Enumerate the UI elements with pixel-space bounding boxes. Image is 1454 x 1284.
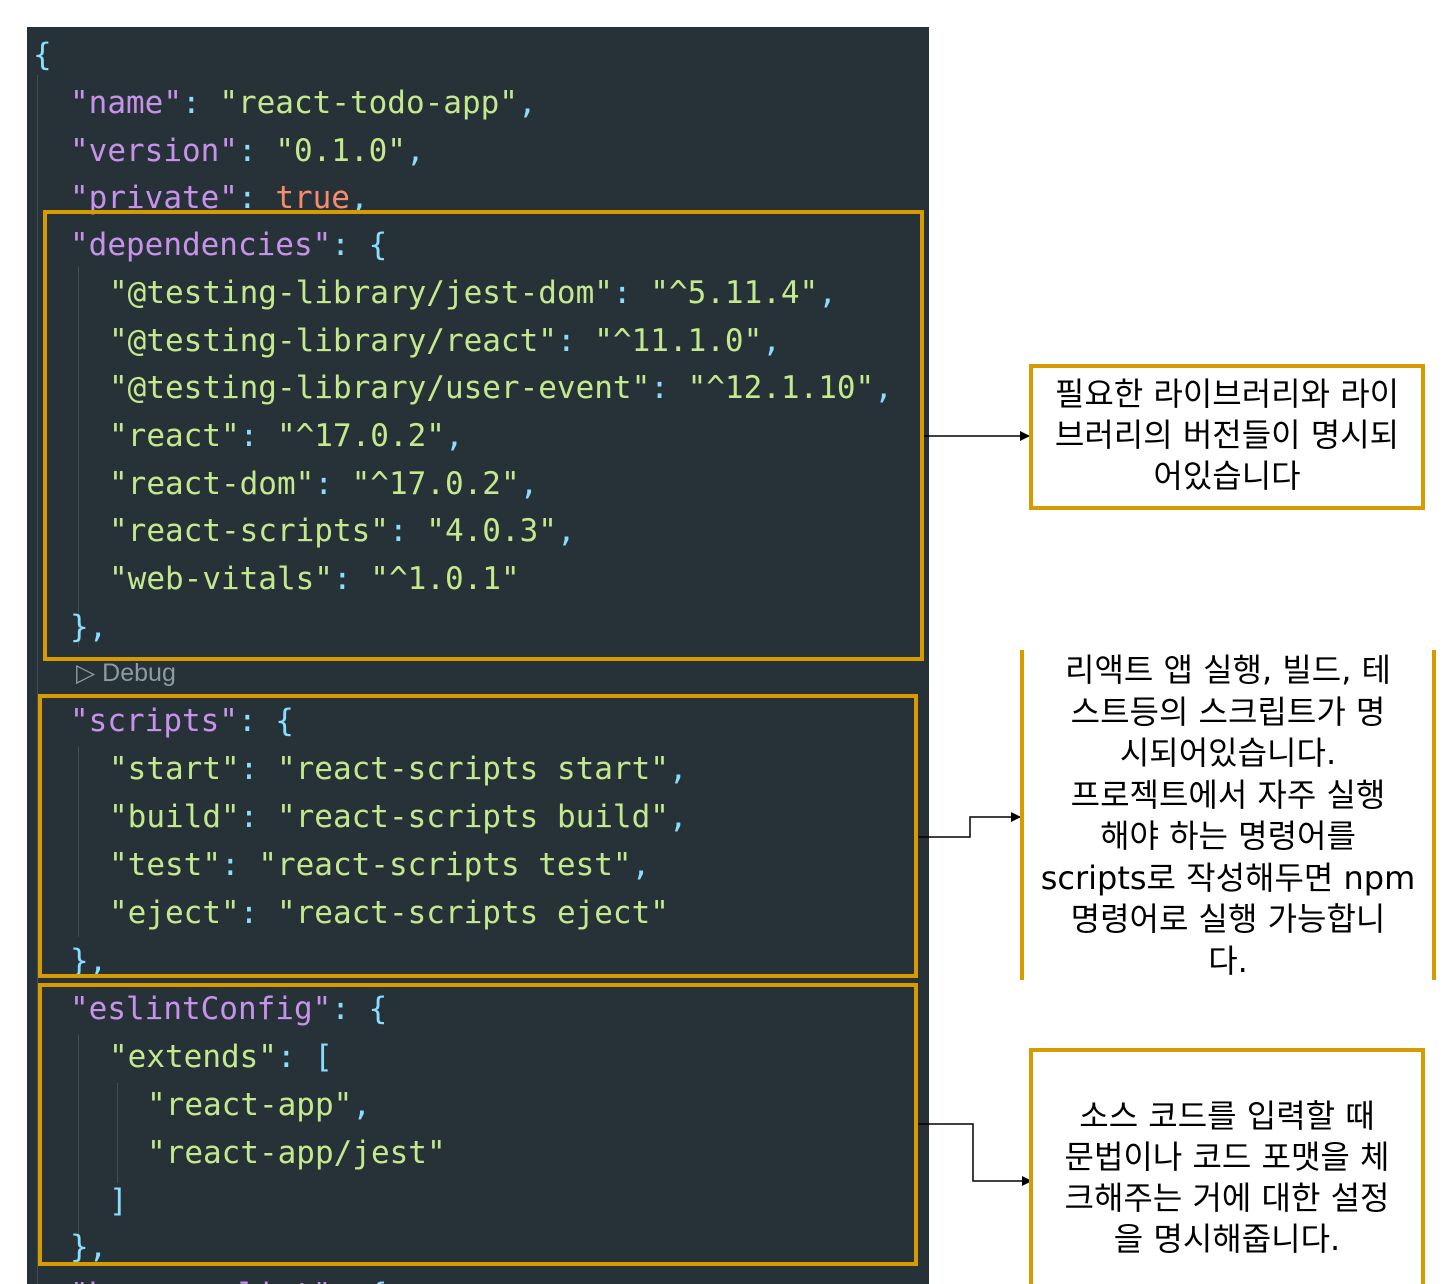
- scripts-arrow: [918, 812, 1021, 838]
- eslint-note: 소스 코드를 입력할 때 문법이나 코드 포맷을 체 크해주는 거에 대한 설정…: [1029, 1048, 1425, 1284]
- eslint-arrow: [918, 1123, 1032, 1186]
- dependencies-note: 필요한 라이브러리와 라이 브러리의 버전들이 명시되 어있습니다: [1029, 364, 1425, 510]
- scripts-note: 리액트 앱 실행, 빌드, 테 스트등의 스크립트가 명 시되어있습니다. 프로…: [1020, 650, 1436, 980]
